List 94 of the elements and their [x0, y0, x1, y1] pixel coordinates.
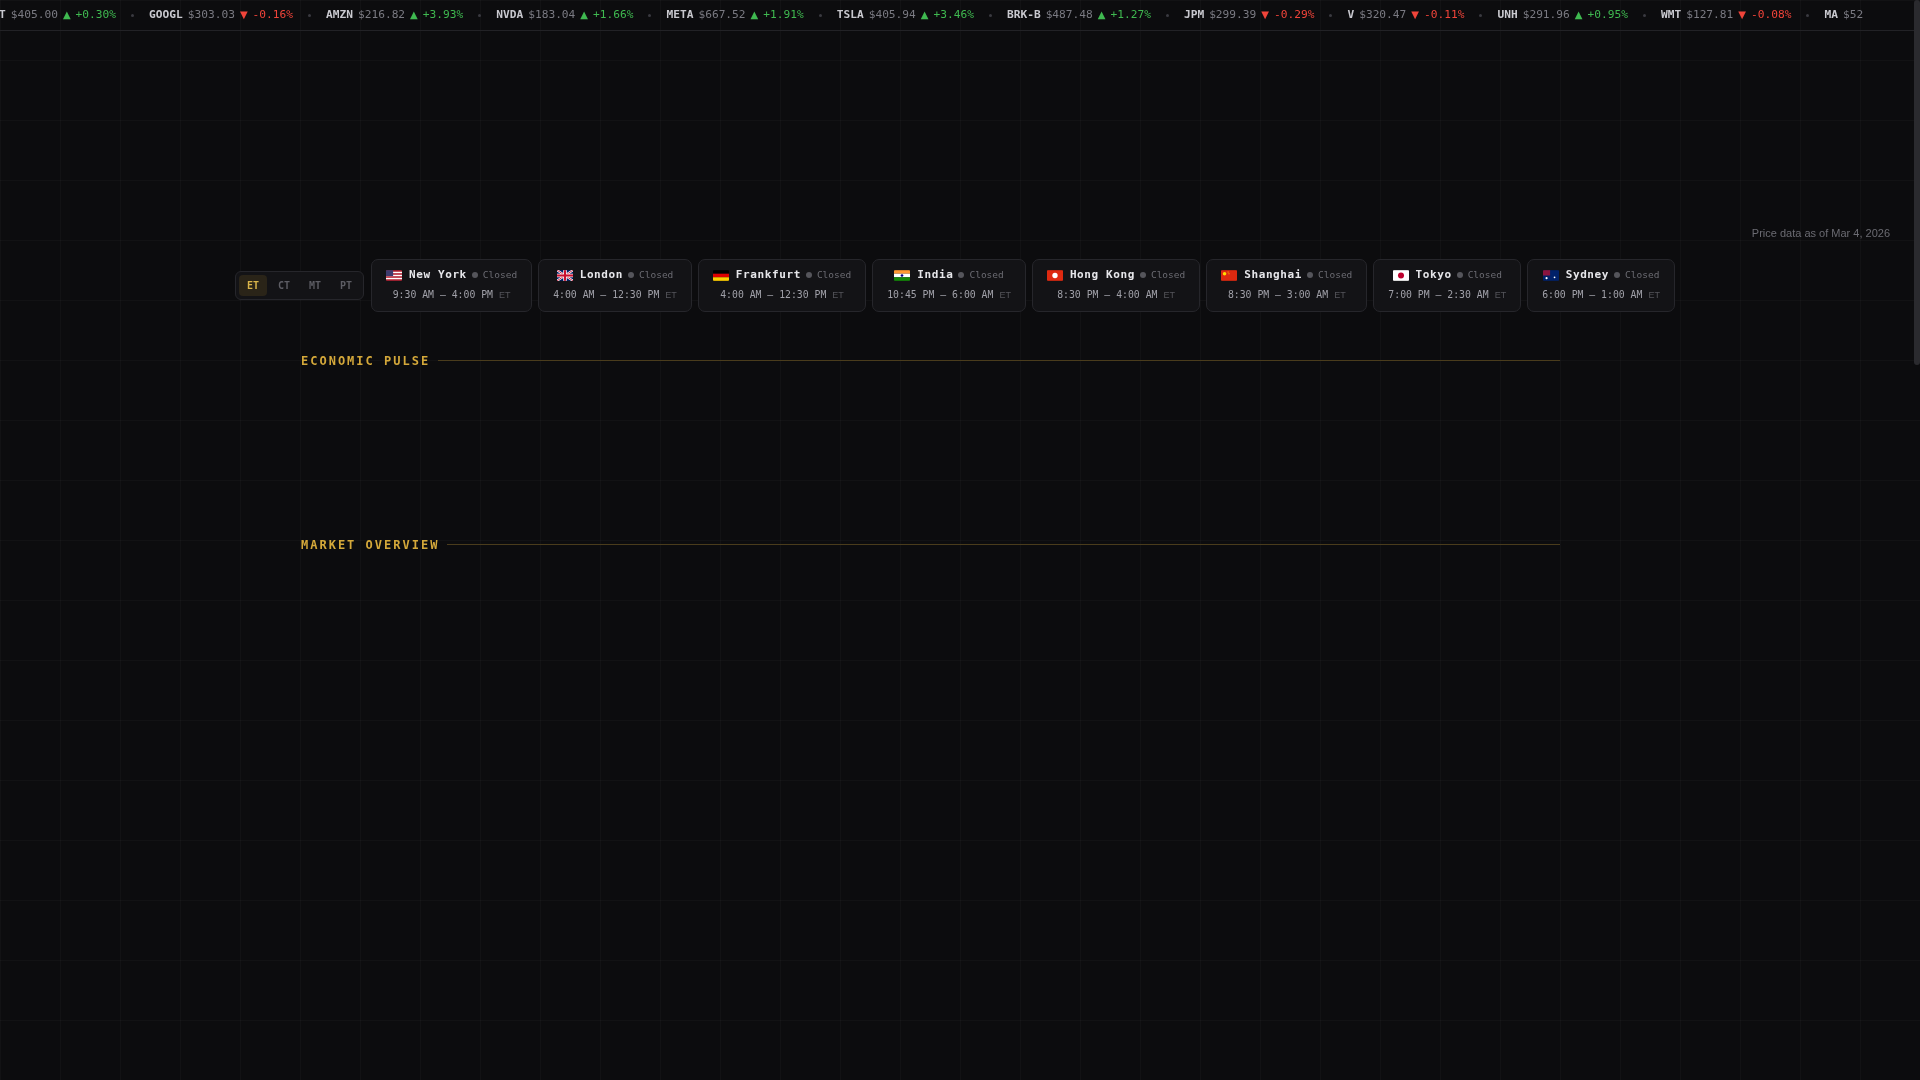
flag-icon [556, 269, 573, 281]
ticker-price: $487.48 [1045, 6, 1093, 23]
timezone-label: ET [1648, 289, 1660, 303]
market-status: Closed [1467, 268, 1502, 283]
market-status: Closed [639, 268, 674, 283]
ticker-price: $405.94 [868, 6, 916, 23]
market-name: India [917, 266, 954, 283]
ticker-change: -0.08% [1751, 6, 1792, 23]
market-name: Tokyo [1415, 266, 1452, 283]
timezone-label: ET [999, 289, 1011, 303]
market-hours: 6:00 PM – 1:00 AM [1542, 288, 1643, 303]
ticker-price: $405.00 [10, 6, 58, 23]
timezone-label: ET [832, 289, 844, 303]
trend-arrow: ▲ [410, 8, 418, 23]
flag-icon [712, 269, 729, 281]
ticker-symbol: GOOGL [149, 6, 183, 23]
trend-arrow: ▲ [1097, 8, 1106, 23]
ticker-change: +1.27% [1110, 6, 1151, 23]
timezone-label: ET [665, 289, 677, 303]
market-name: Shanghai [1244, 266, 1302, 283]
market-status: Closed [1150, 268, 1186, 283]
market-hours: 8:30 PM – 4:00 AM [1057, 288, 1158, 303]
ticker-symbol: BRK-B [1006, 6, 1041, 23]
trend-arrow: ▼ [239, 8, 248, 23]
ticker-symbol: V [1347, 6, 1355, 23]
ticker-symbol: MA [1824, 6, 1838, 23]
ticker-symbol: WMT [1660, 6, 1682, 23]
ticker-price: $667.52 [698, 6, 746, 23]
timezone-tab[interactable]: ET [239, 274, 268, 296]
section-heading: MARKET OVERVIEW [301, 536, 440, 554]
ticker-price: $183.04 [528, 6, 576, 23]
flag-icon [1542, 269, 1559, 281]
flag-icon [894, 269, 911, 281]
ticker-price: $291.96 [1522, 6, 1570, 23]
ticker-change: +3.93% [422, 6, 464, 23]
market-status: Closed [1318, 268, 1353, 283]
market-name: Sydney [1565, 266, 1610, 283]
ticker-price: $320.47 [1359, 6, 1407, 23]
ticker-symbol: NVDA [496, 6, 524, 23]
ticker-change: -0.11% [1424, 6, 1465, 23]
trend-arrow: ▲ [580, 8, 589, 23]
timezone-label: ET [1163, 289, 1175, 303]
trend-arrow: ▼ [1738, 8, 1746, 23]
scrollbar[interactable] [1914, 0, 1920, 365]
market-name: Frankfurt [735, 266, 801, 283]
timezone-label: ET [1494, 289, 1507, 303]
flag-icon [1046, 269, 1063, 281]
ticker-change: +1.91% [763, 6, 804, 23]
trend-arrow: ▲ [920, 8, 929, 23]
market-hours: 10:45 PM – 6:00 AM [887, 288, 994, 303]
trend-arrow: ▼ [1261, 8, 1269, 23]
ticker-symbol: TSLA [836, 6, 864, 23]
timezone-tab[interactable]: CT [270, 274, 299, 296]
market-status: Closed [816, 268, 852, 283]
ticker-change: +0.95% [1587, 6, 1628, 23]
market-hours: 8:30 PM – 3:00 AM [1227, 288, 1329, 303]
ticker-change: -0.16% [252, 6, 293, 23]
trend-arrow: ▲ [750, 8, 759, 23]
ticker-price: $299.39 [1209, 6, 1257, 23]
trend-arrow: ▲ [62, 8, 71, 23]
trend-arrow: ▼ [1411, 8, 1419, 23]
ticker-change: +1.66% [593, 6, 634, 23]
price-date-note: Price data as of Mar 4, 2026 [1751, 226, 1890, 241]
market-status: Closed [482, 268, 518, 283]
market-hours: 4:00 AM – 12:30 PM [720, 288, 827, 303]
market-status: Closed [969, 268, 1004, 283]
trend-arrow: ▲ [1574, 8, 1583, 23]
ticker-change: -0.29% [1274, 6, 1315, 23]
timezone-label: ET [499, 289, 511, 303]
ticker-symbol: UNH [1497, 6, 1518, 23]
timezone-tab[interactable]: PT [332, 274, 361, 296]
market-hours: 9:30 AM – 4:00 PM [392, 288, 493, 303]
ticker-change: +3.46% [933, 6, 974, 23]
section-heading: ECONOMIC PULSE [301, 352, 431, 370]
market-name: Hong Kong [1069, 266, 1135, 283]
timezone-label: ET [1334, 289, 1346, 303]
flag-icon [1221, 269, 1238, 281]
ticker-price: $127.81 [1686, 6, 1734, 23]
market-hours: 7:00 PM – 2:30 AM [1388, 288, 1489, 303]
ticker-change: +0.30% [75, 6, 117, 23]
market-name: London [579, 266, 623, 283]
market-status: Closed [1625, 268, 1660, 283]
ticker-price: $52 [1842, 6, 1864, 23]
flag-icon [1392, 269, 1409, 281]
ticker-price: $216.82 [357, 6, 406, 23]
market-hours: 4:00 AM – 12:30 PM [553, 288, 660, 303]
ticker-symbol: T [0, 6, 6, 23]
ticker-symbol: AMZN [326, 6, 353, 23]
flag-icon [386, 269, 403, 281]
ticker-symbol: META [666, 6, 694, 23]
ticker-price: $303.03 [187, 6, 235, 23]
market-name: New York [409, 266, 467, 283]
timezone-tab[interactable]: MT [301, 274, 330, 296]
ticker-symbol: JPM [1183, 6, 1205, 23]
